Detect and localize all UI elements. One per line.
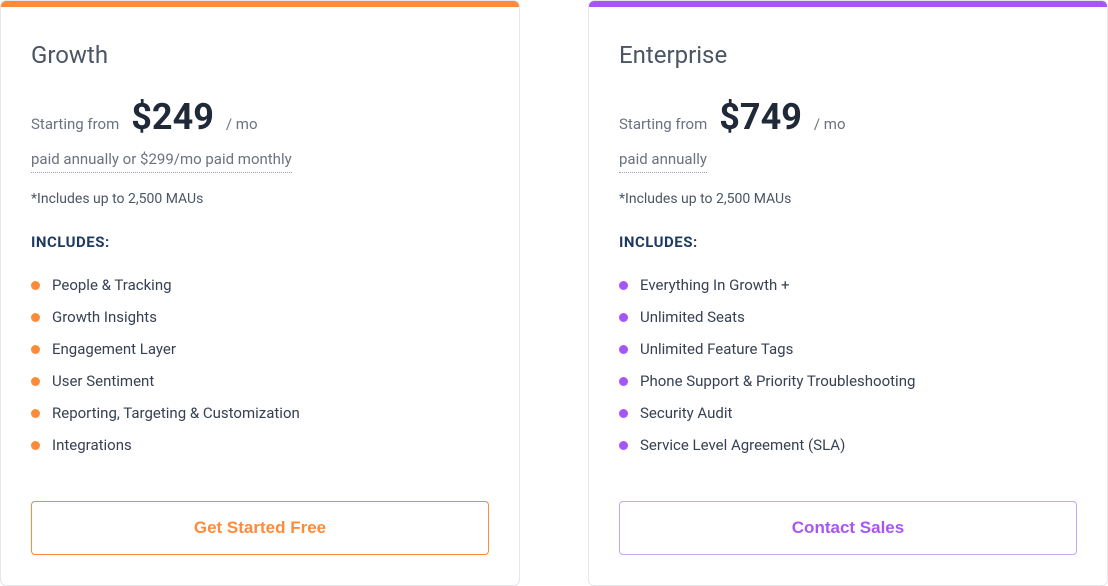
billing-note: paid annually or $299/mo paid monthly	[31, 150, 292, 173]
feature-label: People & Tracking	[52, 276, 172, 294]
feature-label: Phone Support & Priority Troubleshooting	[640, 372, 915, 390]
bullet-icon	[619, 313, 628, 322]
feature-label: Engagement Layer	[52, 340, 176, 358]
price-suffix: / mo	[814, 115, 846, 133]
price-row: Starting from $749 / mo	[619, 99, 1077, 135]
bullet-icon	[31, 345, 40, 354]
maus-note: *Includes up to 2,500 MAUs	[31, 191, 489, 207]
feature-item: Security Audit	[619, 397, 1077, 429]
price-prefix: Starting from	[31, 115, 119, 133]
feature-label: Integrations	[52, 436, 132, 454]
bullet-icon	[619, 441, 628, 450]
price-amount: $749	[719, 99, 802, 135]
bullet-icon	[31, 441, 40, 450]
price-amount: $249	[131, 99, 214, 135]
feature-item: Integrations	[31, 429, 489, 461]
bullet-icon	[619, 409, 628, 418]
bullet-icon	[31, 281, 40, 290]
feature-list: People & Tracking Growth Insights Engage…	[31, 269, 489, 461]
plan-title: Growth	[31, 41, 489, 69]
feature-label: Everything In Growth +	[640, 276, 789, 294]
card-body: Growth Starting from $249 / mo paid annu…	[1, 7, 519, 461]
feature-item: People & Tracking	[31, 269, 489, 301]
maus-note: *Includes up to 2,500 MAUs	[619, 191, 1077, 207]
includes-heading: INCLUDES:	[31, 233, 489, 251]
feature-item: Unlimited Seats	[619, 301, 1077, 333]
pricing-container: Growth Starting from $249 / mo paid annu…	[0, 0, 1108, 586]
card-body: Enterprise Starting from $749 / mo paid …	[589, 7, 1107, 461]
feature-item: User Sentiment	[31, 365, 489, 397]
feature-label: Growth Insights	[52, 308, 157, 326]
feature-item: Reporting, Targeting & Customization	[31, 397, 489, 429]
bullet-icon	[31, 313, 40, 322]
feature-item: Everything In Growth +	[619, 269, 1077, 301]
price-row: Starting from $249 / mo	[31, 99, 489, 135]
feature-item: Engagement Layer	[31, 333, 489, 365]
feature-label: Service Level Agreement (SLA)	[640, 436, 845, 454]
feature-label: Security Audit	[640, 404, 732, 422]
billing-note: paid annually	[619, 150, 707, 173]
pricing-card-enterprise: Enterprise Starting from $749 / mo paid …	[588, 0, 1108, 586]
plan-title: Enterprise	[619, 41, 1077, 69]
feature-label: Unlimited Seats	[640, 308, 745, 326]
price-suffix: / mo	[226, 115, 258, 133]
bullet-icon	[31, 377, 40, 386]
includes-heading: INCLUDES:	[619, 233, 1077, 251]
bullet-icon	[619, 281, 628, 290]
feature-label: User Sentiment	[52, 372, 154, 390]
feature-item: Phone Support & Priority Troubleshooting	[619, 365, 1077, 397]
feature-list: Everything In Growth + Unlimited Seats U…	[619, 269, 1077, 461]
bullet-icon	[31, 409, 40, 418]
feature-label: Reporting, Targeting & Customization	[52, 404, 300, 422]
feature-item: Growth Insights	[31, 301, 489, 333]
price-prefix: Starting from	[619, 115, 707, 133]
bullet-icon	[619, 377, 628, 386]
feature-label: Unlimited Feature Tags	[640, 340, 793, 358]
get-started-free-button[interactable]: Get Started Free	[31, 501, 489, 555]
bullet-icon	[619, 345, 628, 354]
pricing-card-growth: Growth Starting from $249 / mo paid annu…	[0, 0, 520, 586]
feature-item: Service Level Agreement (SLA)	[619, 429, 1077, 461]
feature-item: Unlimited Feature Tags	[619, 333, 1077, 365]
contact-sales-button[interactable]: Contact Sales	[619, 501, 1077, 555]
